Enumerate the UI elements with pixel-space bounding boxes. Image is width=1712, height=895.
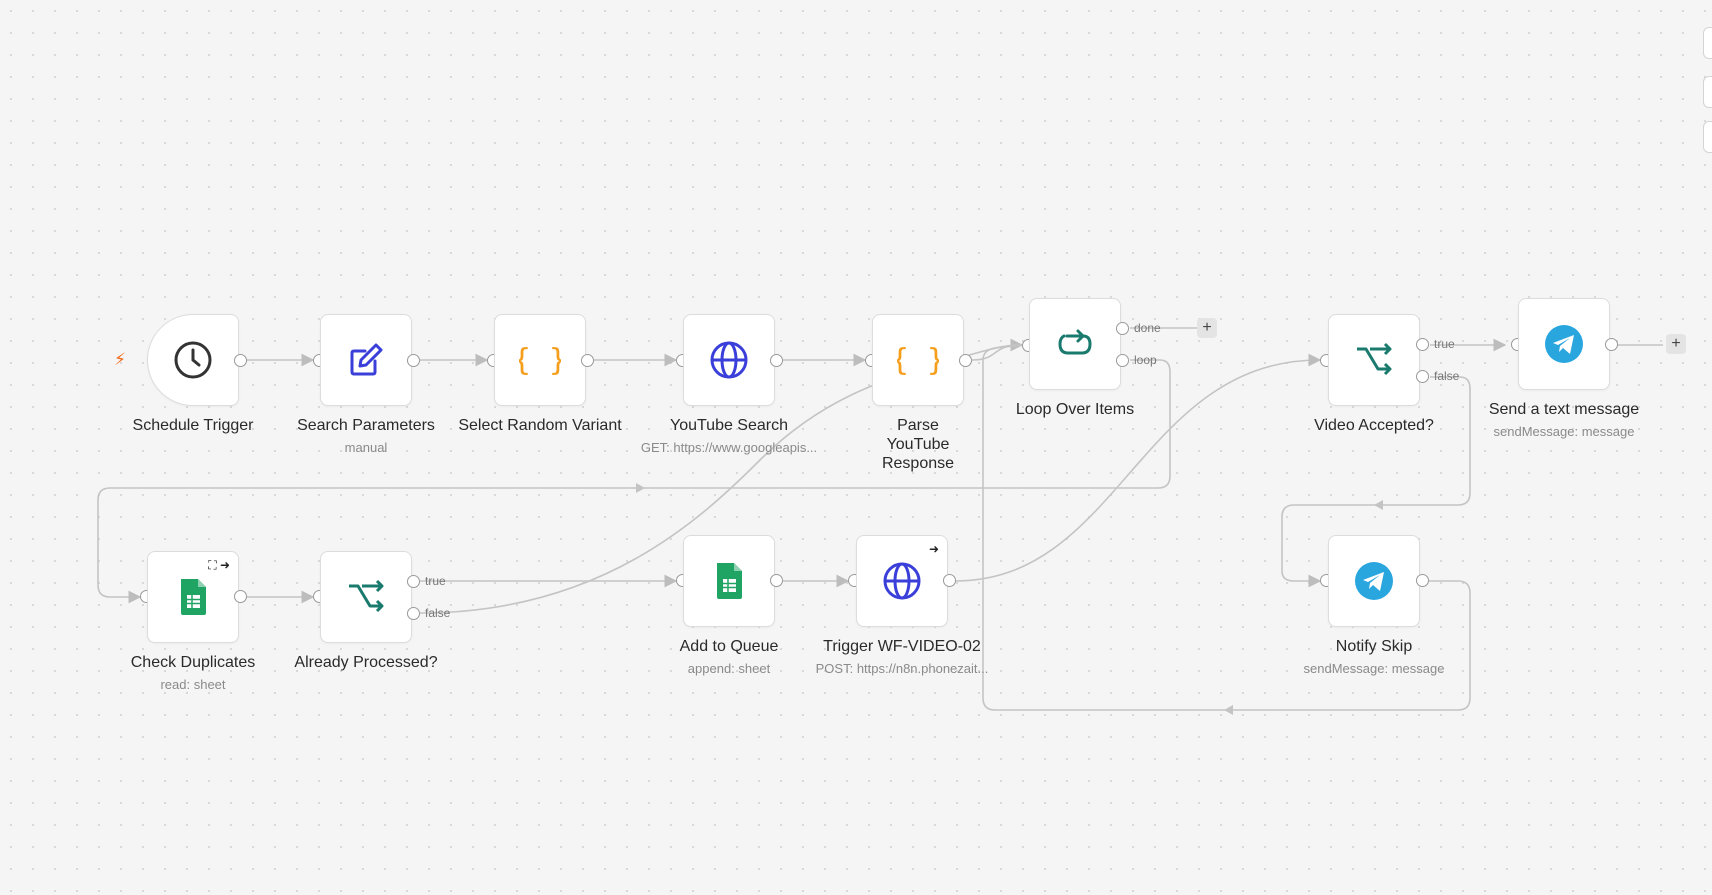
code-braces-icon: { }	[897, 343, 939, 378]
zoom-panel-button[interactable]	[1703, 121, 1712, 153]
output-port[interactable]	[581, 354, 594, 367]
code-braces-icon: { }	[519, 343, 561, 378]
node-label: Schedule Trigger	[132, 417, 254, 434]
node-select-random-variant[interactable]: { }	[494, 314, 586, 406]
node-label: Notify Skip	[1335, 638, 1413, 655]
branch-label-true: true	[425, 574, 446, 588]
branch-label-done: done	[1134, 321, 1161, 335]
output-port-true[interactable]	[407, 575, 420, 588]
node-label: Video Accepted?	[1314, 417, 1434, 434]
branch-icon	[1357, 342, 1392, 376]
node-label: Check Duplicates	[130, 654, 256, 671]
output-port-done[interactable]	[1116, 322, 1129, 335]
connections-layer	[97, 327, 1663, 715]
trigger-bolt-icon: ⚡	[114, 350, 126, 369]
branch-label-false: false	[1434, 369, 1460, 383]
workflow-canvas[interactable]: ⚡ Schedule Trigger Search Parameters man…	[0, 0, 1712, 895]
arrow-right-icon[interactable]: ➜	[220, 558, 230, 572]
output-port[interactable]	[770, 574, 783, 587]
node-toolbar[interactable]: ➜	[929, 542, 939, 556]
edge-loop-check	[97, 359, 1171, 604]
node-search-parameters[interactable]	[320, 314, 412, 406]
node-label: Trigger WF-VIDEO-02	[823, 638, 981, 655]
output-port[interactable]	[943, 574, 956, 587]
add-node-button[interactable]: +	[1197, 318, 1217, 338]
node-subtitle: read: sheet	[160, 677, 226, 692]
sheets-icon	[181, 579, 206, 615]
node-subtitle: manual	[344, 440, 388, 455]
sheets-icon	[717, 563, 742, 599]
node-send-text-message[interactable]	[1518, 298, 1610, 390]
node-label: Loop Over Items	[1015, 401, 1135, 418]
node-label: YouTube Search	[669, 417, 788, 434]
output-port[interactable]	[959, 354, 972, 367]
zoom-panel-button[interactable]	[1703, 27, 1712, 59]
node-label: Already Processed?	[294, 654, 438, 671]
telegram-icon	[1545, 325, 1583, 363]
loop-icon	[1058, 329, 1092, 355]
output-port-false[interactable]	[1416, 370, 1429, 383]
branch-label-false: false	[425, 606, 451, 620]
globe-icon	[883, 562, 921, 600]
output-port[interactable]	[407, 354, 420, 367]
add-node-button[interactable]: +	[1666, 334, 1686, 354]
branch-icon	[349, 579, 384, 613]
output-port[interactable]	[234, 590, 247, 603]
node-trigger-wf-video-02[interactable]: ➜	[856, 535, 948, 627]
branch-label-loop: loop	[1134, 353, 1157, 367]
svg-text:{ }: { }	[519, 343, 561, 378]
node-label: Send a text message	[1488, 401, 1640, 418]
edit-icon	[350, 343, 383, 376]
node-label: Select Random Variant	[458, 417, 622, 434]
telegram-icon	[1355, 562, 1393, 600]
node-subtitle: sendMessage: message	[1493, 424, 1635, 439]
zoom-panel-button[interactable]	[1703, 76, 1712, 108]
output-port[interactable]	[234, 354, 247, 367]
node-subtitle: sendMessage: message	[1303, 661, 1445, 676]
output-port-true[interactable]	[1416, 338, 1429, 351]
clock-icon	[174, 341, 212, 379]
node-schedule-trigger[interactable]	[147, 314, 239, 406]
output-port-loop[interactable]	[1116, 354, 1129, 367]
edge-trigger-video	[954, 353, 1322, 582]
node-subtitle: POST: https://n8n.phonezait...	[815, 661, 989, 676]
activate-icon[interactable]: ⛶	[208, 558, 216, 572]
node-subtitle: GET: https://www.googleapis...	[640, 440, 818, 455]
output-port[interactable]	[770, 354, 783, 367]
node-add-to-queue[interactable]	[683, 535, 775, 627]
node-parse-youtube-response[interactable]: { }	[872, 314, 964, 406]
output-port-false[interactable]	[407, 607, 420, 620]
node-label: Search Parameters	[297, 417, 435, 434]
node-already-processed[interactable]	[320, 551, 412, 643]
globe-icon	[710, 341, 748, 379]
node-toolbar[interactable]: ⛶ ➜	[208, 558, 230, 573]
output-port[interactable]	[1416, 574, 1429, 587]
svg-text:{ }: { }	[897, 343, 939, 378]
branch-label-true: true	[1434, 337, 1455, 351]
node-check-duplicates[interactable]: ⛶ ➜	[147, 551, 239, 643]
node-notify-skip[interactable]	[1328, 535, 1420, 627]
edge-parse-loop	[971, 338, 1024, 361]
arrow-right-icon[interactable]: ➜	[929, 542, 939, 556]
node-label: Parse YouTube Response	[881, 417, 955, 472]
node-youtube-search[interactable]	[683, 314, 775, 406]
node-loop-over-items[interactable]	[1029, 298, 1121, 390]
output-port[interactable]	[1605, 338, 1618, 351]
node-label: Add to Queue	[679, 638, 779, 655]
node-video-accepted[interactable]	[1328, 314, 1420, 406]
